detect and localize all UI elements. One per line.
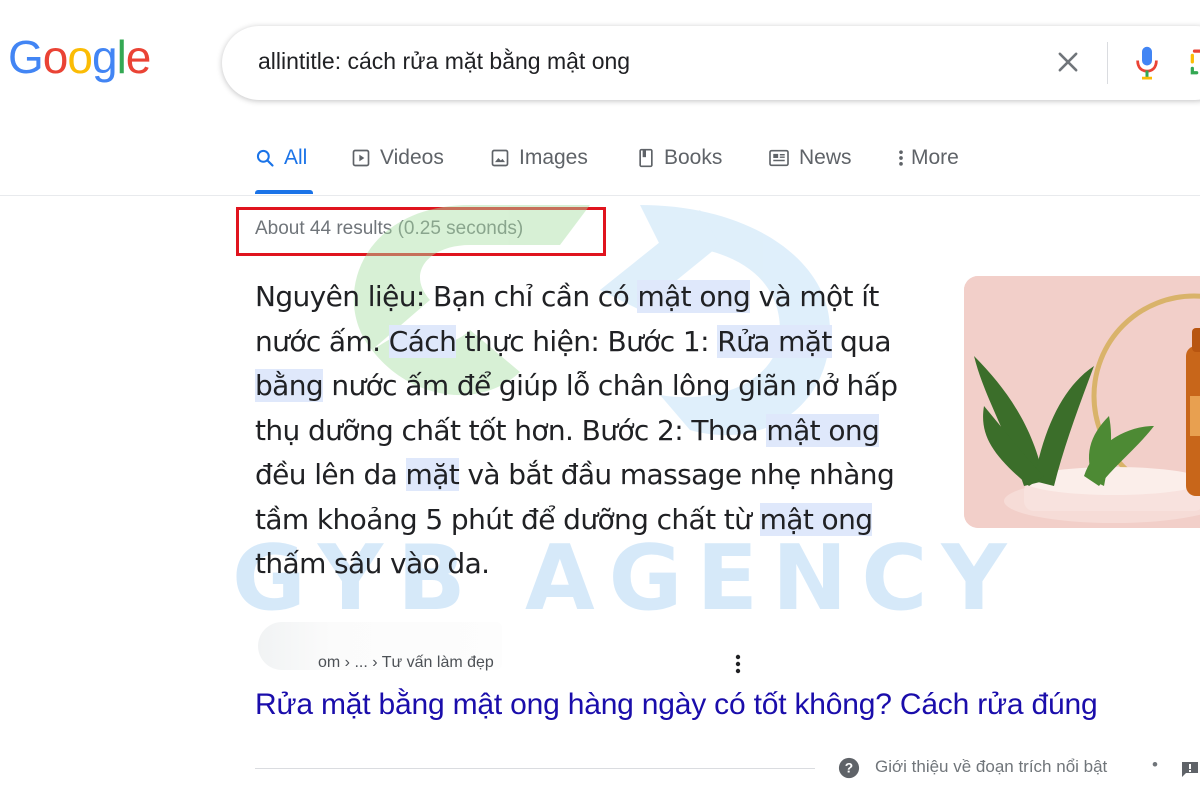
- logo-letter: G: [8, 31, 44, 83]
- active-tab-indicator: [255, 190, 313, 194]
- annotation-highlight-box: [236, 207, 606, 256]
- tab-label: All: [284, 146, 308, 169]
- tabs-divider: [0, 195, 1200, 196]
- snippet-text: thấm sâu vào da.: [255, 547, 490, 580]
- search-divider: [1107, 42, 1108, 84]
- newspaper-icon: [769, 149, 789, 167]
- snippet-line: thụ dưỡng chất tốt hơn. Bước 2: Thoa mật…: [255, 409, 945, 454]
- tab-books[interactable]: Books: [637, 146, 722, 170]
- footer-divider: [255, 768, 815, 769]
- tab-label: News: [799, 146, 852, 169]
- tab-news[interactable]: News: [768, 146, 852, 170]
- tab-label: More: [911, 146, 959, 169]
- snippet-highlight: bằng: [255, 369, 324, 402]
- featured-snippet-image[interactable]: [964, 276, 1200, 528]
- help-icon[interactable]: ?: [838, 757, 860, 779]
- snippet-line: đều lên da mặt và bắt đầu massage nhẹ nh…: [255, 453, 945, 498]
- tab-images[interactable]: Images: [490, 146, 588, 170]
- snippet-text: Nguyên liệu: Bạn chỉ cần có: [255, 280, 638, 313]
- lens-icon[interactable]: [1188, 46, 1200, 80]
- snippet-line: Nguyên liệu: Bạn chỉ cần có mật ong và m…: [255, 275, 945, 320]
- result-options-icon[interactable]: [734, 652, 742, 676]
- snippet-line: bằng nước ấm để giúp lỗ chân lông giãn n…: [255, 364, 945, 409]
- result-title-link[interactable]: Rửa mặt bằng mật ong hàng ngày có tốt kh…: [255, 688, 1098, 722]
- featured-snippet-text: Nguyên liệu: Bạn chỉ cần có mật ong và m…: [255, 275, 945, 587]
- snippet-text: và một ít: [750, 280, 880, 313]
- snippet-highlight: Cách: [388, 324, 457, 358]
- snippet-highlight: mật ong: [637, 280, 751, 313]
- tab-videos[interactable]: Videos: [351, 146, 444, 170]
- snippet-highlight: Rửa mặt: [717, 324, 832, 358]
- snippet-line: nước ấm. Cách thực hiện: Bước 1: Rửa mặt…: [255, 320, 945, 365]
- feedback-icon[interactable]: [1180, 760, 1200, 778]
- logo-letter: l: [116, 31, 127, 83]
- play-icon: [352, 149, 370, 167]
- microphone-icon[interactable]: [1132, 44, 1162, 82]
- footer-separator: •: [1152, 755, 1158, 774]
- book-icon: [639, 148, 653, 168]
- snippet-highlight: mặt: [405, 458, 460, 491]
- snippet-text: và bắt đầu massage nhẹ nhàng: [459, 458, 895, 491]
- search-input[interactable]: allintitle: cách rửa mặt bằng mật ong: [258, 48, 630, 75]
- snippet-highlight: mật ong: [766, 413, 880, 447]
- logo-letter: o: [67, 31, 93, 83]
- clear-icon[interactable]: [1054, 48, 1082, 76]
- honey-product-image: [964, 276, 1200, 528]
- snippet-highlight: mật ong: [759, 502, 873, 536]
- search-bar[interactable]: allintitle: cách rửa mặt bằng mật ong: [222, 26, 1200, 100]
- snippet-text: thụ dưỡng chất tốt hơn. Bước 2: Thoa: [255, 413, 767, 447]
- tab-label: Images: [519, 146, 588, 169]
- snippet-text: qua: [831, 324, 891, 358]
- result-breadcrumb[interactable]: om › ... › Tư vấn làm đẹp: [318, 654, 494, 672]
- snippet-text: đều lên da: [255, 458, 406, 491]
- tab-all[interactable]: All: [255, 146, 307, 170]
- snippet-text: nước ấm để giúp lỗ chân lông giãn nở hấp: [323, 369, 898, 402]
- logo-letter: g: [91, 31, 118, 83]
- snippet-line: tầm khoảng 5 phút để dưỡng chất từ mật o…: [255, 498, 945, 543]
- google-logo[interactable]: Google: [8, 31, 152, 83]
- tab-more[interactable]: More: [897, 146, 959, 170]
- tab-label: Videos: [380, 146, 444, 169]
- snippet-text: tầm khoảng 5 phút để dưỡng chất từ: [255, 502, 760, 536]
- logo-letter: o: [42, 31, 69, 83]
- more-vert-icon: [899, 150, 903, 166]
- svg-text:?: ?: [845, 761, 853, 776]
- logo-letter: e: [125, 31, 152, 83]
- tab-label: Books: [664, 146, 723, 169]
- snippet-text: nước ấm.: [255, 324, 389, 358]
- search-icon: [256, 149, 274, 167]
- snippet-text: thực hiện: Bước 1:: [456, 324, 718, 358]
- about-featured-snippets-link[interactable]: Giới thiệu về đoạn trích nổi bật: [875, 757, 1107, 777]
- image-icon: [491, 149, 509, 167]
- snippet-line: thấm sâu vào da.: [255, 542, 945, 587]
